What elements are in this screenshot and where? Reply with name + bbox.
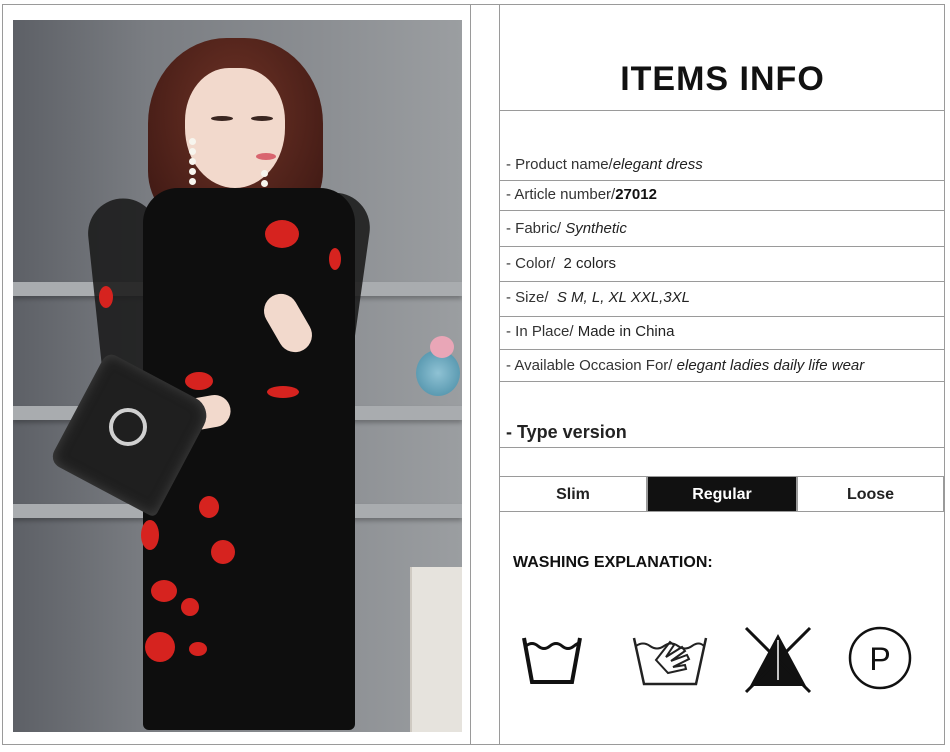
detail-label: - Article number/ [506,186,616,203]
row-divider [499,210,944,211]
side-cabinet [410,567,462,732]
dry-clean-letter: P [869,641,890,677]
detail-value: 27012 [615,186,657,203]
bag-ring [109,408,147,446]
embroidery-flower [189,642,207,656]
product-photo [13,20,462,732]
detail-label: - Fabric/ [506,220,562,237]
detail-size: - Size/ S M, L, XL XXL,3XL [506,289,690,306]
detail-label: - Size/ [506,289,549,306]
detail-color: - Color/ 2 colors [506,255,616,272]
type-version-title: - Type version [506,422,627,442]
embroidery-flower [267,386,299,398]
dry-clean-p-icon: P [848,626,912,690]
detail-in-place: - In Place/ Made in China [506,323,674,340]
panel-divider-right [499,4,500,745]
model-face [185,68,285,188]
row-divider [499,316,944,317]
row-divider [499,180,944,181]
fit-option-regular[interactable]: Regular [647,476,797,512]
detail-value: S M, L, XL XXL,3XL [556,289,690,306]
washing-explanation-title: WASHING EXPLANATION: [513,554,713,571]
embroidery-flower [329,248,341,270]
detail-value: Synthetic [565,220,627,237]
row-divider [499,246,944,247]
detail-occasion: - Available Occasion For/ elegant ladies… [506,357,864,374]
row-divider [499,447,944,448]
detail-article-number: - Article number/27012 [506,186,657,203]
embroidery-flower [181,598,199,616]
row-divider [499,110,944,111]
panel-divider-left [470,4,471,745]
embroidery-flower [151,580,177,602]
embroidery-flower [141,520,159,550]
detail-product-name: - Product name/elegant dress [506,156,703,173]
detail-value: elegant ladies daily life wear [676,357,865,374]
row-divider [499,349,944,350]
fit-option-slim[interactable]: Slim [499,476,647,512]
detail-label: - Product name/ [506,156,613,173]
embroidery-flower [265,220,299,248]
model-lips [256,153,276,160]
detail-value: 2 colors [563,255,617,272]
detail-value: elegant dress [612,156,703,173]
row-divider [499,381,944,382]
detail-label: - In Place/ [506,323,574,340]
pink-rose [430,336,454,358]
pearl-earring [261,170,268,177]
machine-wash-icon [522,637,582,684]
detail-label: - Available Occasion For/ [506,357,673,374]
fit-option-loose[interactable]: Loose [797,476,944,512]
embroidery-flower [211,540,235,564]
detail-label: - Color/ [506,255,556,272]
embroidery-flower [99,286,113,308]
detail-value: Made in China [577,323,675,340]
model-eye [251,116,273,121]
embroidery-flower [145,632,175,662]
pearl-earring [189,138,196,145]
model-eye [211,116,233,121]
items-info-title: ITEMS INFO [620,60,825,98]
hand-wash-icon [632,637,708,686]
embroidery-flower [185,372,213,390]
row-divider [499,281,944,282]
embroidery-flower [199,496,219,518]
do-not-bleach-icon [744,626,812,694]
detail-fabric: - Fabric/ Synthetic [506,220,627,237]
